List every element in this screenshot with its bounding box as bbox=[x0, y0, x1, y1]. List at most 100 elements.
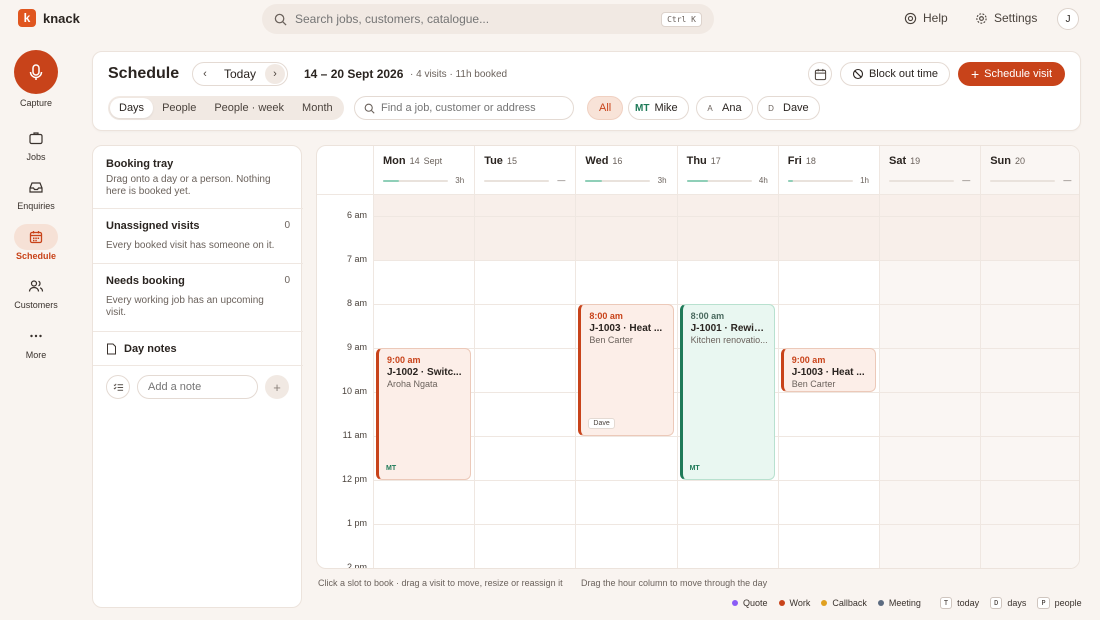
prev-week-button[interactable]: ‹ bbox=[195, 64, 215, 84]
find-input[interactable] bbox=[381, 102, 564, 114]
plus-icon: + bbox=[970, 66, 980, 82]
filter-mike[interactable]: MT Mike bbox=[628, 96, 689, 120]
header-divider bbox=[317, 194, 1079, 195]
shortcut-key-d: D bbox=[990, 597, 1003, 609]
tray-subtitle: Drag onto a day or a person. Nothing her… bbox=[106, 174, 271, 197]
day-hours: — bbox=[962, 176, 971, 185]
tray-header: Booking tray Drag onto a day or a person… bbox=[93, 146, 303, 209]
day-header[interactable]: Mon 14 Sept 3h bbox=[373, 146, 474, 194]
visit-customer: Kitchen renovatio... bbox=[690, 335, 768, 345]
hour-label[interactable]: 9 am bbox=[317, 342, 367, 352]
help-link[interactable]: Help bbox=[904, 11, 948, 25]
page-title: Schedule bbox=[108, 65, 180, 82]
add-note-button[interactable]: + bbox=[265, 375, 289, 399]
filter-dave[interactable]: D Dave bbox=[757, 96, 820, 120]
legend-meeting: Meeting bbox=[888, 598, 921, 608]
next-week-button[interactable]: › bbox=[265, 64, 285, 84]
people-icon[interactable] bbox=[26, 276, 46, 296]
day-header[interactable]: Sat 19 — bbox=[879, 146, 980, 194]
day-name: Sun bbox=[990, 155, 1011, 167]
hour-label[interactable]: 10 am bbox=[317, 386, 367, 396]
calendar-icon[interactable] bbox=[26, 227, 46, 247]
hour-label[interactable]: 2 pm bbox=[317, 562, 367, 568]
visit-time: 8:00 am bbox=[589, 311, 623, 321]
day-header[interactable]: Sun 20 — bbox=[980, 146, 1079, 194]
capture-button[interactable] bbox=[14, 50, 58, 94]
tab-people[interactable]: People bbox=[153, 98, 205, 118]
day-hours: 1h bbox=[860, 176, 869, 185]
visit-card[interactable]: 9:00 am J-1003 · Heat ... Ben Carter bbox=[780, 348, 876, 392]
calendar-picker-button[interactable] bbox=[808, 62, 832, 86]
note-checklist-button[interactable] bbox=[106, 375, 130, 399]
tab-days[interactable]: Days bbox=[110, 98, 154, 118]
block-out-label: Block out time bbox=[868, 68, 939, 80]
visit-card[interactable]: 9:00 am J-1002 · Switc... Aroha Ngata MT bbox=[376, 348, 472, 480]
legend-work: Work bbox=[789, 598, 811, 608]
visit-time: 9:00 am bbox=[387, 355, 421, 365]
day-header[interactable]: Fri 18 1h bbox=[778, 146, 879, 194]
visit-title: J-1003 · Heat ... bbox=[791, 367, 865, 378]
today-button[interactable]: Today bbox=[224, 67, 256, 81]
footer-hint-right: Drag the hour column to move through the… bbox=[581, 578, 768, 588]
visit-card[interactable]: 8:00 am J-1003 · Heat ... Ben Carter Dave bbox=[578, 304, 674, 436]
visit-card[interactable]: 8:00 am J-1001 · Rewire... Kitchen renovat… bbox=[679, 304, 775, 480]
rail-item-more[interactable]: More bbox=[0, 350, 72, 360]
day-load-bar bbox=[686, 180, 752, 182]
hour-label[interactable]: 1 pm bbox=[317, 518, 367, 528]
schedule-visit-label: Schedule visit bbox=[984, 68, 1053, 80]
add-note-field[interactable] bbox=[137, 375, 258, 399]
hour-label[interactable]: 7 am bbox=[317, 254, 367, 264]
day-load-bar bbox=[787, 180, 853, 182]
hour-label[interactable]: 6 am bbox=[317, 210, 367, 220]
day-header[interactable]: Tue 15 — bbox=[474, 146, 575, 194]
view-switcher: Days People People · week Month bbox=[108, 96, 344, 120]
needs-booking-title: Needs booking bbox=[106, 275, 185, 287]
filter-ana-label: Ana bbox=[722, 102, 742, 114]
day-load-bar bbox=[484, 180, 550, 182]
day-name: Tue bbox=[484, 155, 503, 167]
day-date: 18 bbox=[805, 156, 816, 166]
search-icon bbox=[274, 13, 287, 26]
add-note-input[interactable] bbox=[148, 381, 247, 393]
briefcase-icon[interactable] bbox=[26, 128, 46, 148]
inbox-icon[interactable] bbox=[26, 177, 46, 197]
hour-gridline bbox=[373, 524, 1079, 525]
day-hours: 3h bbox=[455, 176, 465, 185]
day-date: 17 bbox=[710, 156, 721, 166]
global-search[interactable]: Ctrl K bbox=[262, 4, 714, 34]
rail-item-customers[interactable]: Customers bbox=[0, 300, 72, 310]
week-calendar: 6 am 7 am 8 am 9 am 10 am 11 am 12 pm 1 pm 2 pm … bbox=[316, 145, 1080, 569]
user-avatar[interactable]: J bbox=[1057, 8, 1079, 30]
find-field[interactable] bbox=[354, 96, 574, 120]
hour-label[interactable]: 11 am bbox=[317, 430, 367, 440]
day-header[interactable]: Wed 16 3h bbox=[575, 146, 676, 194]
app-logo[interactable]: k knack bbox=[18, 9, 80, 27]
rail-item-schedule[interactable]: Schedule bbox=[0, 251, 72, 261]
day-date: 14 bbox=[409, 156, 420, 166]
legend-dot-meeting bbox=[877, 600, 884, 606]
tab-month[interactable]: Month bbox=[293, 98, 342, 118]
day-name: Sat bbox=[889, 155, 907, 167]
global-search-input[interactable] bbox=[295, 12, 654, 26]
hour-label[interactable]: 12 pm bbox=[317, 474, 367, 484]
hour-label[interactable]: 8 am bbox=[317, 298, 367, 308]
filter-all[interactable]: All bbox=[587, 96, 624, 120]
shortcut-people: people bbox=[1054, 598, 1082, 608]
block-out-time-button[interactable]: Block out time bbox=[840, 62, 950, 86]
visit-customer: Aroha Ngata bbox=[387, 379, 438, 389]
shortcut-today: today bbox=[957, 598, 980, 608]
tab-people-week[interactable]: People · week bbox=[205, 98, 293, 118]
rail-item-jobs[interactable]: Jobs bbox=[0, 152, 72, 162]
needs-booking-count: 0 bbox=[284, 275, 290, 286]
visit-time: 8:00 am bbox=[690, 311, 725, 321]
settings-link[interactable]: Settings bbox=[975, 11, 1037, 25]
block-icon bbox=[852, 68, 864, 80]
help-icon bbox=[904, 12, 917, 24]
unassigned-section[interactable]: Unassigned visits 0 Every booked visit h… bbox=[93, 209, 303, 264]
day-header[interactable]: Thu 17 4h bbox=[677, 146, 778, 194]
rail-item-enquiries[interactable]: Enquiries bbox=[0, 201, 72, 211]
more-icon[interactable] bbox=[26, 326, 46, 346]
schedule-visit-button[interactable]: + Schedule visit bbox=[958, 62, 1065, 86]
filter-ana[interactable]: A Ana bbox=[696, 96, 753, 120]
needs-booking-section[interactable]: Needs booking 0 Every working job has an… bbox=[93, 264, 303, 332]
